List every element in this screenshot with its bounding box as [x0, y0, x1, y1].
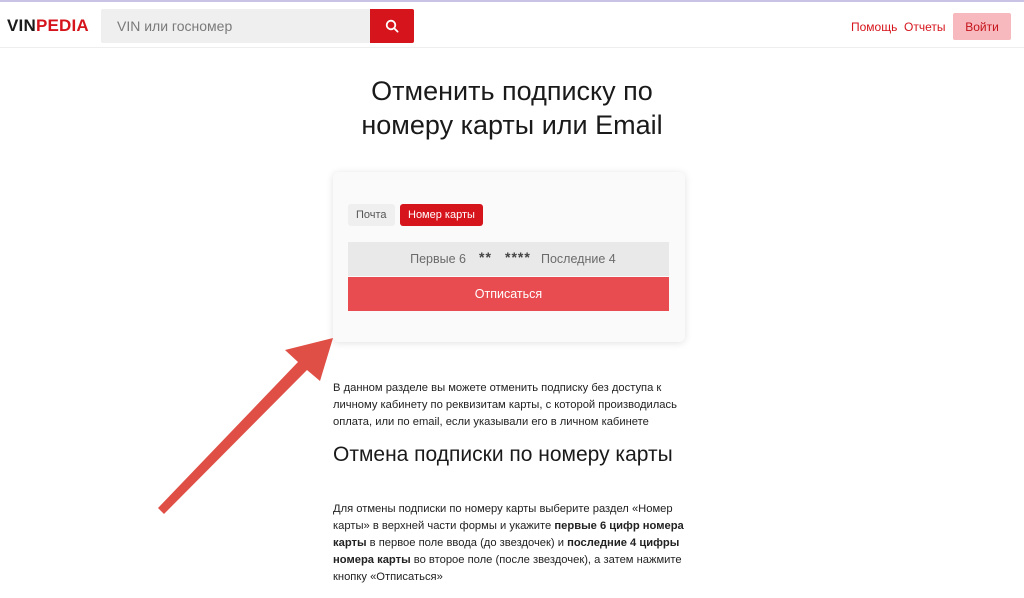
- nav-help-link[interactable]: Помощь: [851, 20, 897, 34]
- page-title-line1: Отменить подписку по: [371, 76, 653, 106]
- card-number-row: ** ****: [348, 242, 669, 276]
- unsubscribe-button[interactable]: Отписаться: [348, 277, 669, 311]
- first6-digits-input[interactable]: [348, 250, 466, 268]
- tab-card-number[interactable]: Номер карты: [400, 204, 483, 226]
- intro-paragraph: В данном разделе вы можете отменить подп…: [333, 382, 677, 428]
- unsubscribe-form-card: Почта Номер карты ** **** Отписаться: [333, 172, 685, 342]
- page-title-line2: номеру карты или Email: [361, 110, 663, 140]
- vinpedia-logo[interactable]: VINPEDIA: [7, 16, 89, 36]
- search-button[interactable]: [370, 9, 414, 43]
- instructions-text-2: в первое поле ввода (до звездочек) и: [366, 537, 568, 549]
- search-input[interactable]: [101, 9, 370, 43]
- tab-email[interactable]: Почта: [348, 204, 395, 226]
- masked-digits-2: ****: [505, 249, 531, 265]
- page-title: Отменить подписку по номеру карты или Em…: [312, 74, 712, 142]
- last4-digits-input[interactable]: [541, 250, 631, 268]
- header: VINPEDIA Помощь Отчеты Войти: [0, 2, 1024, 48]
- nav-reports-link[interactable]: Отчеты: [904, 20, 945, 34]
- logo-vin: VIN: [7, 16, 36, 35]
- search-icon: [385, 19, 399, 33]
- masked-digits-1: **: [479, 249, 492, 265]
- logo-pedia: PEDIA: [35, 16, 89, 35]
- instructions-paragraph: Для отмены подписки по номеру карты выбе…: [333, 501, 693, 586]
- section-heading: Отмена подписки по номеру карты: [333, 443, 673, 466]
- annotation-arrow-shape: [158, 338, 333, 514]
- login-button[interactable]: Войти: [953, 13, 1011, 40]
